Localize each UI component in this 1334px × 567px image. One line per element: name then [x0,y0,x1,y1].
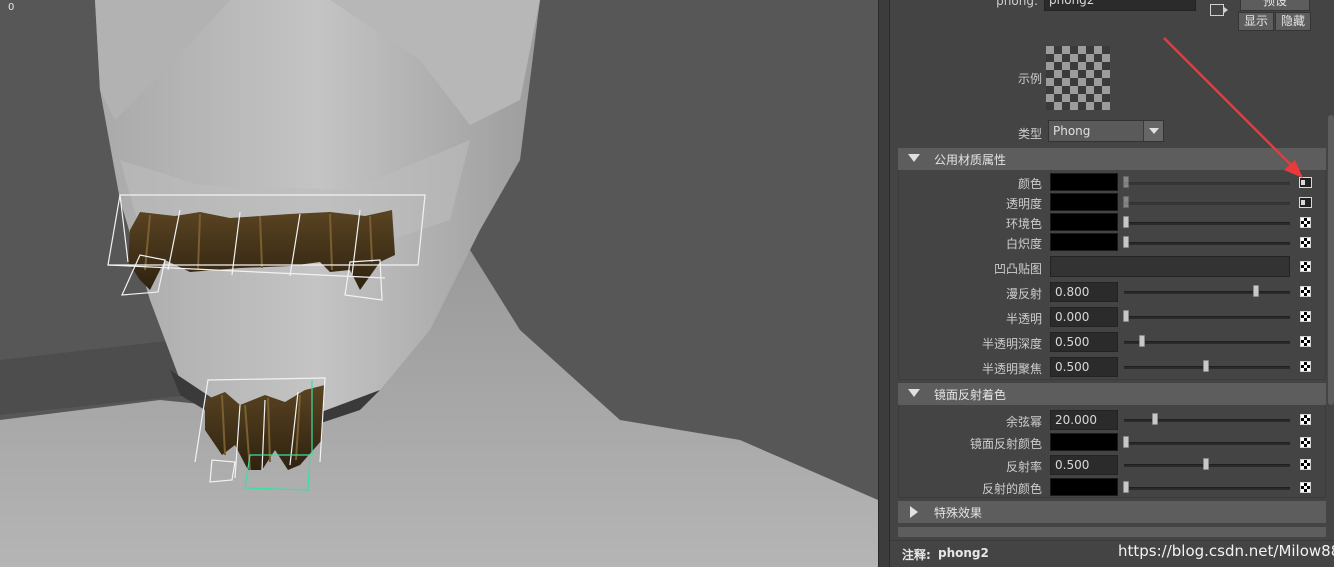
material-swatch-preview[interactable] [1046,46,1110,110]
node-name-field[interactable]: phong2 [1044,0,1196,11]
translucence-depth-label: 半透明深度 [981,337,1042,351]
translucence-focus-map-button-icon[interactable] [1300,361,1311,372]
attribute-editor-scrollbar[interactable] [1328,115,1334,405]
notes-value[interactable]: phong2 [938,546,989,560]
reflected-color-swatch[interactable] [1050,478,1118,496]
show-button[interactable]: 显示 [1238,12,1274,31]
incandescence-map-button-icon[interactable] [1300,237,1311,248]
type-label: 类型 [1017,127,1042,141]
focus-icon[interactable] [1210,4,1228,16]
type-dropdown[interactable]: Phong [1048,120,1164,142]
reflected-color-slider[interactable] [1124,487,1290,490]
transparency-slider-handle[interactable] [1123,196,1129,208]
color-label: 颜色 [1017,177,1042,191]
transparency-connected-map-icon[interactable] [1299,197,1312,208]
viewport-scene [0,0,878,567]
bump-map-button-icon[interactable] [1300,261,1311,272]
watermark-text: https://blog.csdn.net/Milow88 [1118,542,1334,560]
translucence-label: 半透明 [1005,312,1042,326]
diffuse-slider[interactable] [1124,291,1290,294]
translucence-depth-slider-handle[interactable] [1139,335,1145,347]
chevron-down-icon [1143,121,1163,141]
3d-viewport[interactable]: 0 [0,0,878,567]
frame-counter: 0 [8,2,15,13]
section-common-material[interactable]: 公用材质属性 [898,148,1326,170]
specular-color-label: 镜面反射颜色 [969,437,1042,451]
diffuse-map-button-icon[interactable] [1300,286,1311,297]
color-slider[interactable] [1124,182,1290,185]
reflected-color-map-button-icon[interactable] [1300,482,1311,493]
translucence-map-button-icon[interactable] [1300,311,1311,322]
specular-color-map-button-icon[interactable] [1300,437,1311,448]
cosine-power-slider[interactable] [1124,419,1290,422]
panel-splitter[interactable] [878,0,890,567]
color-swatch[interactable] [1050,173,1118,191]
reflectivity-label: 反射率 [1005,460,1042,474]
notes-label: 注释: [902,548,931,562]
translucence-focus-field[interactable]: 0.500 [1050,357,1118,377]
reflected-color-label: 反射的颜色 [981,482,1042,496]
specular-color-slider[interactable] [1124,442,1290,445]
notes-bar: 注释: phong2 https://blog.csdn.net/Milow88 [890,540,1334,567]
ambient-swatch[interactable] [1050,213,1118,231]
reflected-color-slider-handle[interactable] [1123,481,1129,493]
cosine-power-field[interactable]: 20.000 [1050,410,1118,430]
preset-button[interactable]: 预设 [1240,0,1310,11]
color-connected-map-icon[interactable] [1299,177,1312,188]
node-label: phong: [996,0,1038,8]
ambient-map-button-icon[interactable] [1300,217,1311,228]
type-dropdown-value: Phong [1053,124,1091,138]
transparency-slider[interactable] [1124,202,1290,205]
translucence-depth-map-button-icon[interactable] [1300,336,1311,347]
ambient-label: 环境色 [1005,217,1042,231]
sample-label: 示例 [1017,72,1042,86]
section-next-collapsed[interactable] [898,527,1326,537]
color-slider-handle[interactable] [1123,176,1129,188]
section-title: 特殊效果 [934,506,983,520]
incandescence-swatch[interactable] [1050,233,1118,251]
translucence-focus-slider-handle[interactable] [1203,360,1209,372]
section-special-effects[interactable]: 特殊效果 [898,501,1326,523]
incandescence-label: 白炽度 [1005,237,1042,251]
transparency-label: 透明度 [1005,197,1042,211]
incandescence-slider[interactable] [1124,242,1290,245]
expand-down-icon [908,389,920,397]
translucence-depth-slider[interactable] [1124,341,1290,344]
transparency-swatch[interactable] [1050,193,1118,211]
diffuse-slider-handle[interactable] [1253,285,1259,297]
specular-color-slider-handle[interactable] [1123,436,1129,448]
diffuse-label: 漫反射 [1005,287,1042,301]
cosine-power-map-button-icon[interactable] [1300,414,1311,425]
translucence-focus-label: 半透明聚焦 [981,362,1042,376]
diffuse-field[interactable]: 0.800 [1050,282,1118,302]
section-title: 公用材质属性 [934,153,1007,167]
bump-label: 凹凸贴图 [993,262,1042,276]
section-title: 镜面反射着色 [934,388,1007,402]
specular-color-swatch[interactable] [1050,433,1118,451]
reflectivity-map-button-icon[interactable] [1300,459,1311,470]
hide-button[interactable]: 隐藏 [1275,12,1311,31]
cosine-power-label: 余弦幂 [1005,415,1042,429]
reflectivity-field[interactable]: 0.500 [1050,455,1118,475]
incandescence-slider-handle[interactable] [1123,236,1129,248]
ambient-slider-handle[interactable] [1123,216,1129,228]
translucence-slider[interactable] [1124,316,1290,319]
bump-map-field[interactable] [1050,256,1290,277]
reflectivity-slider-handle[interactable] [1203,458,1209,470]
attribute-editor: phong: phong2 预设 显示 隐藏 示例 类型 Phong 公用材质属… [890,0,1334,567]
expand-down-icon [908,154,920,162]
translucence-field[interactable]: 0.000 [1050,307,1118,327]
ambient-slider[interactable] [1124,222,1290,225]
expand-right-icon [910,506,918,518]
section-specular-shading[interactable]: 镜面反射着色 [898,383,1326,405]
translucence-depth-field[interactable]: 0.500 [1050,332,1118,352]
cosine-power-slider-handle[interactable] [1152,413,1158,425]
translucence-slider-handle[interactable] [1123,310,1129,322]
